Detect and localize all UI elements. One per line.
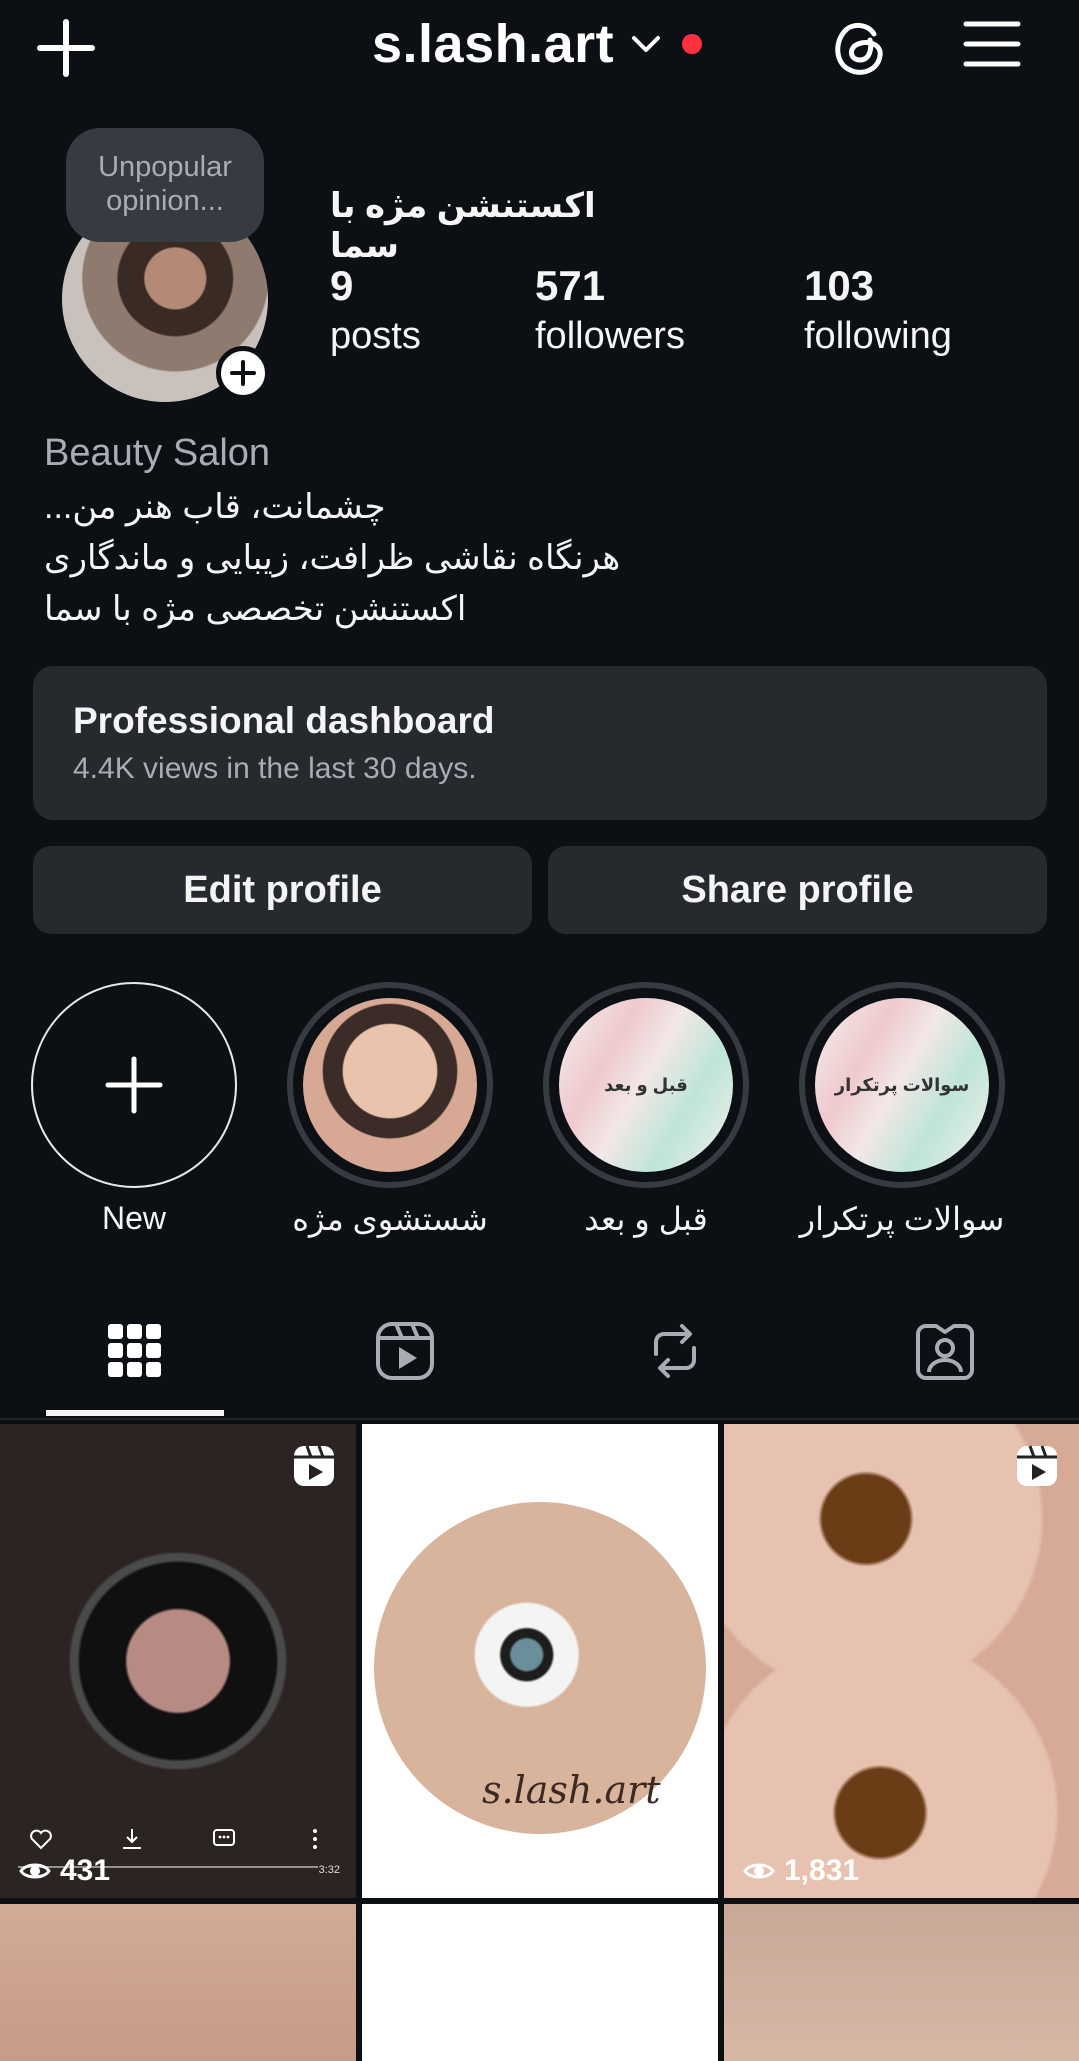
view-count: 1,831 <box>742 1854 859 1888</box>
highlight-label: قبل و بعد <box>584 1201 708 1237</box>
heart-icon <box>30 1829 52 1850</box>
posts-label: posts <box>330 315 421 357</box>
tab-posts[interactable] <box>45 1310 225 1418</box>
professional-dashboard[interactable]: Professional dashboard 4.4K views in the… <box>33 666 1047 820</box>
highlight-item[interactable]: قبل و بعد قبل و بعد <box>536 982 756 1238</box>
grid-post[interactable] <box>362 1904 718 2061</box>
highlight-item[interactable]: سوالات پرتکرار سوالات پرتکرار <box>792 982 1012 1238</box>
username: s.lash.art <box>372 14 615 74</box>
highlight-ring <box>287 982 493 1188</box>
view-count-value: 431 <box>60 1854 111 1887</box>
reels-icon <box>376 1322 434 1380</box>
comment-icon <box>212 1829 235 1846</box>
share-profile-button[interactable]: Share profile <box>548 846 1047 934</box>
grid-post[interactable]: 3:32 431 <box>0 1424 356 1898</box>
highlight-ring: قبل و بعد <box>543 982 749 1188</box>
download-icon <box>123 1829 142 1849</box>
profile-full-name: اکستنشن مژه با سما <box>330 187 596 265</box>
post-overlay-text: s.lash.art <box>482 1768 661 1812</box>
reel-icon <box>1017 1445 1057 1486</box>
chevron-down-icon <box>632 36 661 52</box>
grid-post[interactable] <box>0 1904 356 2061</box>
story-highlights: New شستشوی مژه قبل و بعد قبل و بعد سوالا… <box>0 982 1079 1242</box>
grid-post[interactable]: 1,831 <box>724 1424 1079 1898</box>
profile-actions: Edit profile Share profile <box>33 846 1047 934</box>
reposts-icon <box>654 1324 696 1378</box>
posts-grid: 3:32 431 s.lash.art 1,831 <box>0 1424 1079 2061</box>
profile-note[interactable]: Unpopular opinion... <box>66 128 264 242</box>
view-count-value: 1,831 <box>784 1854 860 1887</box>
stat-posts[interactable]: 9 posts <box>330 260 421 360</box>
eye-icon <box>19 1863 51 1879</box>
highlight-label: New <box>101 1200 166 1236</box>
add-story-icon[interactable] <box>216 346 270 400</box>
grid-icon <box>108 1324 161 1377</box>
highlight-label: سوالات پرتکرار <box>799 1201 1005 1237</box>
reel-icon <box>294 1445 334 1486</box>
grid-post[interactable]: s.lash.art <box>362 1424 718 1898</box>
highlight-cover: قبل و بعد <box>559 998 733 1172</box>
profile-stats: 9 posts 571 followers 103 following <box>330 260 1050 370</box>
dashboard-subtitle: 4.4K views in the last 30 days. <box>73 752 477 785</box>
view-count: 431 <box>18 1854 110 1888</box>
tagged-icon <box>916 1324 974 1380</box>
tab-reposts[interactable] <box>585 1310 765 1418</box>
grid-post[interactable] <box>724 1904 1079 2061</box>
plus-icon <box>105 1056 163 1114</box>
highlight-new[interactable]: New <box>24 982 244 1237</box>
tab-divider <box>0 1418 1079 1420</box>
highlight-label: شستشوی مژه <box>292 1201 488 1237</box>
dashboard-title: Professional dashboard <box>73 700 495 741</box>
edit-profile-button[interactable]: Edit profile <box>33 846 532 934</box>
highlight-item[interactable]: شستشوی مژه <box>280 982 500 1238</box>
top-bar: s.lash.art <box>0 0 1079 90</box>
highlight-cover: سوالات پرتکرار <box>815 998 989 1172</box>
highlight-cover <box>303 998 477 1172</box>
following-count: 103 <box>804 262 875 309</box>
tab-tagged[interactable] <box>855 1310 1035 1418</box>
profile-category: Beauty Salon <box>44 432 271 474</box>
highlight-cover-text: سوالات پرتکرار <box>834 1074 970 1095</box>
threads-icon[interactable] <box>826 14 892 80</box>
plus-icon[interactable] <box>30 12 102 84</box>
active-tab-indicator <box>46 1410 224 1416</box>
video-controls <box>28 1826 328 1852</box>
more-icon <box>312 1829 317 1849</box>
bio-line: چشمانت، قاب هنر من... <box>44 488 386 526</box>
new-highlight-ring <box>31 982 237 1188</box>
following-label: following <box>804 315 952 357</box>
highlight-cover-text: قبل و بعد <box>604 1074 688 1095</box>
stat-following[interactable]: 103 following <box>804 260 952 360</box>
video-duration: 3:32 <box>318 1864 340 1876</box>
account-switcher[interactable]: s.lash.art <box>372 4 703 84</box>
menu-icon[interactable] <box>962 18 1022 70</box>
bio-line: اکستنشن تخصصی مژه با سما <box>44 590 467 628</box>
posts-count: 9 <box>330 262 354 309</box>
followers-label: followers <box>535 315 685 357</box>
profile-tabs <box>0 1310 1079 1418</box>
tab-reels[interactable] <box>315 1310 495 1418</box>
profile-bio: چشمانت، قاب هنر من... هرنگاه نقاشی ظرافت… <box>44 482 644 635</box>
highlight-ring: سوالات پرتکرار <box>799 982 1005 1188</box>
bio-line: هرنگاه نقاشی ظرافت، زیبایی و ماندگاری <box>44 539 621 577</box>
eye-icon <box>743 1863 775 1879</box>
notification-dot <box>682 34 703 54</box>
followers-count: 571 <box>535 262 606 309</box>
stat-followers[interactable]: 571 followers <box>535 260 685 360</box>
